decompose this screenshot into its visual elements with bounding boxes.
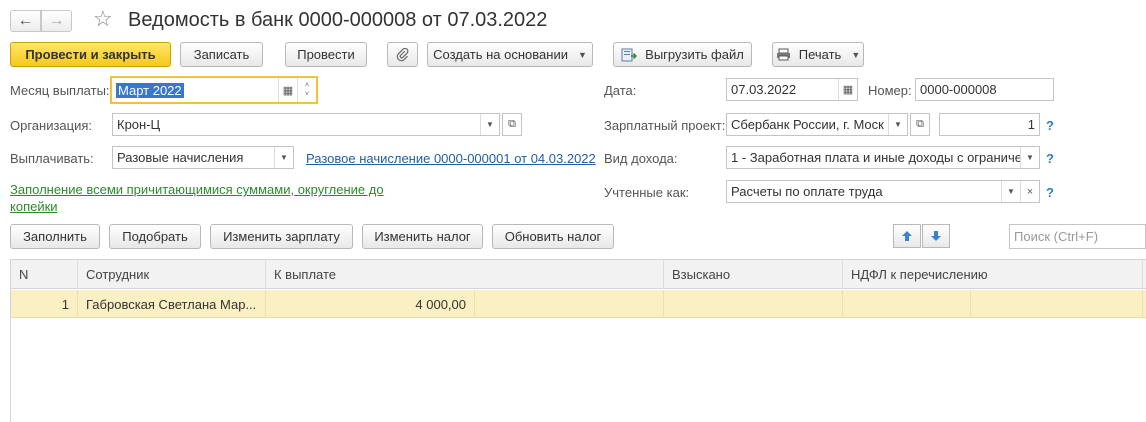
move-down-button[interactable]: [922, 224, 950, 248]
page-title: Ведомость в банк 0000-000008 от 07.03.20…: [128, 9, 548, 31]
column-header-employee[interactable]: Сотрудник: [78, 260, 266, 289]
update-tax-button[interactable]: Обновить налог: [492, 224, 614, 249]
stepper-down-icon: ˅: [304, 91, 310, 98]
open-organization-button[interactable]: ⧉: [502, 113, 522, 136]
move-up-button[interactable]: [893, 224, 921, 248]
month-label: Месяц выплаты:: [10, 83, 110, 98]
create-based-on-button[interactable]: Создать на основании ▼: [427, 42, 593, 67]
post-button[interactable]: Провести: [285, 42, 367, 67]
change-tax-button[interactable]: Изменить налог: [362, 224, 483, 249]
income-type-value: 1 - Заработная плата и иные доходы с огр…: [731, 150, 1020, 165]
counted-as-field[interactable]: Расчеты по оплате труда ▼ ×: [726, 180, 1040, 203]
calendar-icon[interactable]: ▦: [278, 78, 297, 102]
organization-label: Организация:: [10, 118, 93, 133]
forward-button[interactable]: →: [41, 10, 72, 32]
print-button[interactable]: Печать ▼: [772, 42, 864, 67]
select-button[interactable]: Подобрать: [109, 224, 201, 249]
change-salary-button[interactable]: Изменить зарплату: [210, 224, 353, 249]
number-value: 0000-000008: [920, 82, 997, 97]
export-file-button[interactable]: Выгрузить файл: [613, 42, 752, 67]
salary-project-value: Сбербанк России, г. Моск: [731, 117, 884, 132]
cell-withheld: [664, 290, 843, 318]
chevron-down-icon[interactable]: ▼: [1020, 147, 1039, 168]
arrow-up-icon: [902, 231, 912, 241]
printer-icon: [776, 48, 790, 61]
chevron-down-icon[interactable]: ▼: [480, 114, 499, 135]
column-header-n[interactable]: N: [11, 260, 78, 289]
cell-to-pay-extra: [475, 290, 664, 318]
help-icon[interactable]: ?: [1046, 185, 1054, 200]
open-form-icon: ⧉: [916, 118, 924, 130]
table-header: N Сотрудник К выплате Взыскано НДФЛ к пе…: [11, 260, 1146, 289]
organization-field[interactable]: Крон-Ц ▼: [112, 113, 500, 136]
export-file-icon: [621, 48, 638, 62]
attach-button[interactable]: [387, 42, 418, 67]
cell-to-pay: 4 000,00: [266, 290, 475, 318]
pay-value: Разовые начисления: [117, 150, 244, 165]
chevron-down-icon[interactable]: ▼: [274, 147, 293, 168]
post-and-close-button[interactable]: Провести и закрыть: [10, 42, 171, 67]
fill-settings-link[interactable]: Заполнение всеми причитающимися суммами,…: [10, 181, 400, 215]
open-form-icon: ⧉: [508, 118, 516, 130]
cell-ndfl: [843, 290, 971, 318]
cell-n: 1: [11, 290, 78, 318]
save-button[interactable]: Записать: [180, 42, 263, 67]
salary-project-label: Зарплатный проект:: [604, 118, 726, 133]
paperclip-icon: [396, 47, 408, 61]
fill-button[interactable]: Заполнить: [10, 224, 100, 249]
date-field[interactable]: 07.03.2022 ▦: [726, 78, 858, 101]
favorite-star-icon[interactable]: ☆: [93, 6, 113, 32]
chevron-down-icon: ▼: [851, 49, 861, 60]
number-label: Номер:: [868, 83, 912, 98]
date-label: Дата:: [604, 83, 637, 98]
export-file-label: Выгрузить файл: [645, 47, 744, 62]
pay-field[interactable]: Разовые начисления ▼: [112, 146, 294, 169]
search-input[interactable]: Поиск (Ctrl+F): [1009, 224, 1146, 249]
table-row[interactable]: 1 Габровская Светлана Мар... 4 000,00: [11, 290, 1146, 318]
cell-employee: Габровская Светлана Мар...: [78, 290, 266, 318]
arrow-left-icon: ←: [17, 12, 34, 29]
month-field[interactable]: Март 2022 ▦ ˄ ˅: [110, 76, 318, 104]
salary-project-field[interactable]: Сбербанк России, г. Моск ▼: [726, 113, 908, 136]
accrual-link[interactable]: Разовое начисление 0000-000001 от 04.03.…: [306, 151, 596, 166]
chevron-down-icon: ▼: [577, 49, 587, 60]
open-salary-project-button[interactable]: ⧉: [910, 113, 930, 136]
employees-table: N Сотрудник К выплате Взыскано НДФЛ к пе…: [10, 259, 1146, 422]
help-icon[interactable]: ?: [1046, 151, 1054, 166]
salary-project-count-field[interactable]: 1: [939, 113, 1040, 136]
cell-ndfl-extra: [971, 290, 1143, 318]
print-label: Печать: [798, 47, 842, 62]
chevron-down-icon[interactable]: ▼: [888, 114, 907, 135]
month-stepper[interactable]: ˄ ˅: [297, 78, 316, 102]
column-header-withheld[interactable]: Взыскано: [664, 260, 843, 289]
create-based-on-label: Создать на основании: [433, 47, 568, 62]
column-header-to-pay[interactable]: К выплате: [266, 260, 664, 289]
column-header-ndfl[interactable]: НДФЛ к перечислению: [843, 260, 1143, 289]
organization-value: Крон-Ц: [117, 117, 161, 132]
arrow-right-icon: →: [48, 12, 65, 29]
number-field[interactable]: 0000-000008: [915, 78, 1054, 101]
chevron-down-icon[interactable]: ▼: [1001, 181, 1020, 202]
income-type-field[interactable]: 1 - Заработная плата и иные доходы с огр…: [726, 146, 1040, 169]
clear-icon[interactable]: ×: [1020, 181, 1039, 202]
salary-project-count: 1: [1027, 117, 1035, 132]
calendar-icon[interactable]: ▦: [838, 79, 857, 100]
back-button[interactable]: ←: [10, 10, 41, 32]
counted-as-value: Расчеты по оплате труда: [731, 184, 883, 199]
date-value: 07.03.2022: [731, 82, 797, 97]
arrow-down-icon: [931, 231, 941, 241]
month-value: Март 2022: [116, 82, 184, 98]
help-icon[interactable]: ?: [1046, 118, 1054, 133]
pay-label: Выплачивать:: [10, 151, 94, 166]
income-type-label: Вид дохода:: [604, 151, 678, 166]
stepper-up-icon: ˄: [304, 82, 310, 89]
counted-as-label: Учтенные как:: [604, 185, 690, 200]
